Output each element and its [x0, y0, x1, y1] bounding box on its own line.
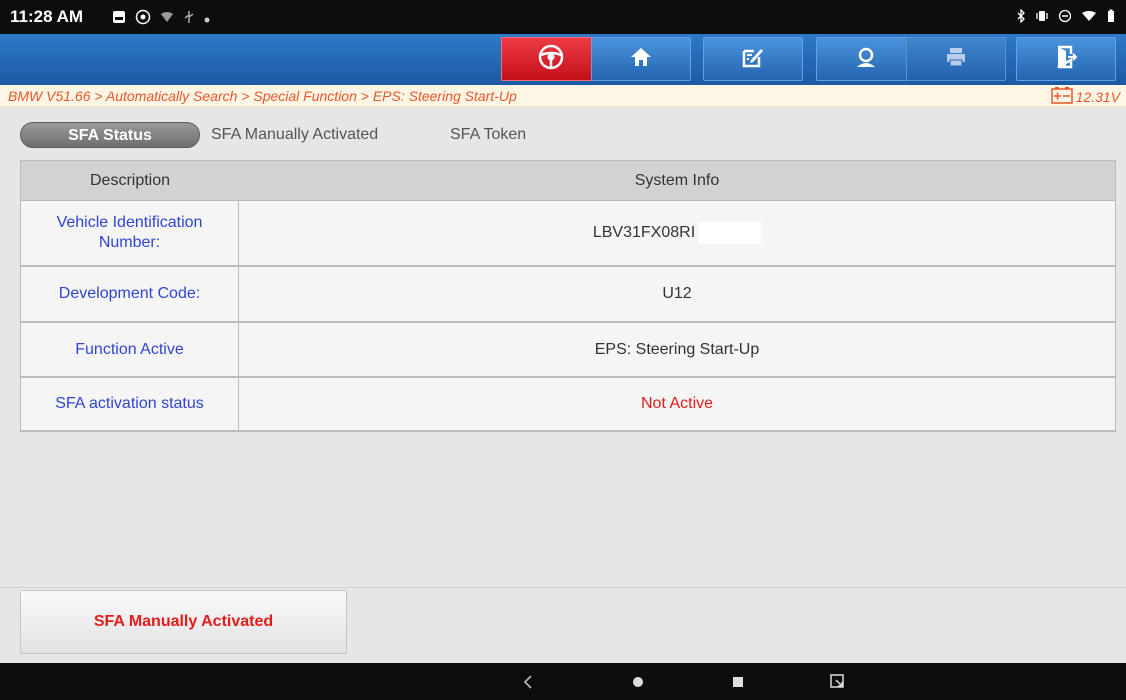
home-icon — [630, 46, 652, 73]
sfa-manually-activated-button[interactable]: SFA Manually Activated — [20, 590, 347, 654]
row-value: U12 — [662, 285, 692, 302]
info-table: Description System Info Vehicle Identifi… — [20, 160, 1116, 432]
tab-sfa-manually-activated[interactable]: SFA Manually Activated — [211, 122, 378, 148]
home-circle-icon[interactable] — [618, 663, 658, 700]
breadcrumb-bar: BMW V51.66 > Automatically Search > Spec… — [0, 85, 1126, 107]
exit-button[interactable] — [1016, 37, 1116, 81]
camera-icon — [135, 9, 151, 29]
breadcrumb: BMW V51.66 > Automatically Search > Spec… — [8, 88, 517, 104]
home-button[interactable] — [591, 37, 691, 81]
print-icon — [945, 46, 967, 73]
wifi-icon — [1081, 10, 1097, 26]
redaction-box — [699, 222, 762, 244]
table-row: Vehicle Identification Number: LBV31FX08… — [20, 201, 1116, 267]
table-row: SFA activation status Not Active — [20, 378, 1116, 432]
edit-icon — [742, 46, 764, 73]
gallery-icon — [112, 10, 126, 28]
dot-icon — [204, 11, 210, 27]
row-label: Vehicle Identification Number: — [21, 201, 239, 265]
voltage-value: 12.31V — [1075, 88, 1120, 105]
steering-wheel-icon — [538, 44, 564, 75]
car-battery-icon — [1050, 86, 1073, 107]
status-time: 11:28 AM — [10, 7, 84, 26]
table-header: Description System Info — [20, 160, 1116, 201]
column-header-description: Description — [89, 172, 171, 189]
usb-icon — [183, 10, 195, 28]
support-icon — [854, 46, 878, 73]
tab-sfa-status[interactable]: SFA Status — [20, 122, 200, 148]
table-row: Function Active EPS: Steering Start-Up — [20, 323, 1116, 378]
vin-value: LBV31FX08RI — [592, 224, 696, 241]
recents-icon[interactable] — [718, 663, 758, 700]
screenshot-icon[interactable] — [818, 663, 858, 700]
exit-icon — [1055, 45, 1078, 74]
battery-voltage: 12.31V — [1050, 86, 1120, 107]
print-button[interactable] — [906, 37, 1006, 81]
back-icon[interactable] — [508, 663, 548, 700]
tab-bar: SFA Status SFA Manually Activated SFA To… — [0, 107, 1126, 158]
column-header-system-info: System Info — [634, 172, 720, 189]
toolbar — [0, 34, 1126, 85]
bluetooth-icon — [1016, 8, 1026, 27]
navigation-bar — [0, 663, 1126, 700]
table-row: Development Code: U12 — [20, 267, 1116, 323]
status-bar: 11:28 AM — [0, 0, 1126, 34]
row-label: Development Code: — [21, 267, 239, 321]
action-bar: SFA Manually Activated — [0, 587, 1126, 663]
row-label: SFA activation status — [21, 378, 239, 430]
activation-status-value: Not Active — [640, 395, 714, 412]
battery-icon — [1106, 9, 1116, 27]
vibrate-icon — [1035, 9, 1049, 27]
dnd-icon — [1058, 9, 1072, 27]
remote-support-button[interactable] — [816, 37, 916, 81]
edit-report-button[interactable] — [703, 37, 803, 81]
wifi-icon — [160, 11, 174, 27]
row-label: Function Active — [21, 323, 239, 376]
row-value: EPS: Steering Start-Up — [594, 340, 760, 358]
tab-sfa-token[interactable]: SFA Token — [450, 122, 526, 148]
row-value: LBV31FX08RI — [239, 201, 1115, 265]
diagnose-button[interactable] — [501, 37, 601, 81]
